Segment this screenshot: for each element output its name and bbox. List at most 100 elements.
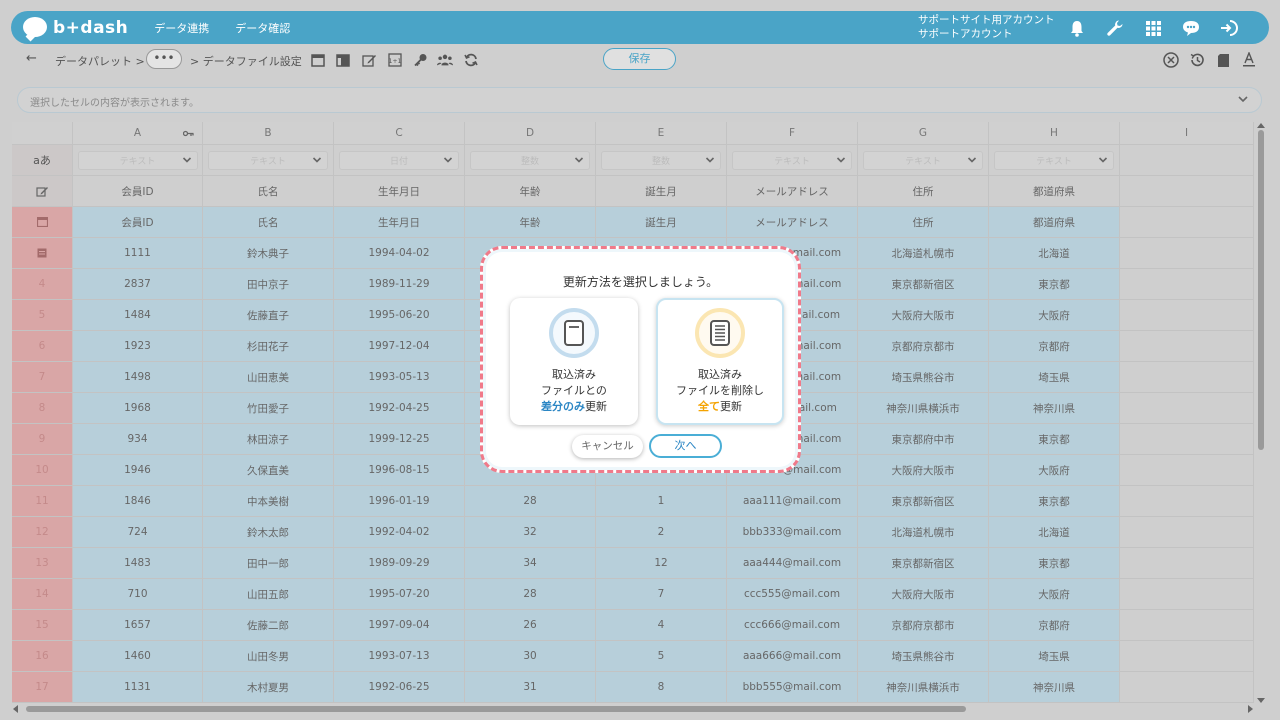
table-cell[interactable] xyxy=(1120,300,1254,331)
header-cell[interactable]: メールアドレス xyxy=(727,207,858,238)
table-cell[interactable]: 32 xyxy=(465,517,596,548)
table-cell[interactable]: 1993-07-13 xyxy=(334,641,465,672)
column-header[interactable]: H xyxy=(989,122,1120,145)
column-header[interactable]: I xyxy=(1120,122,1254,145)
table-cell[interactable]: aaa444@mail.com xyxy=(727,548,858,579)
table-cell[interactable]: 北海道 xyxy=(989,517,1120,548)
column-header[interactable]: E xyxy=(596,122,727,145)
table-cell[interactable]: 大阪府大阪市 xyxy=(858,300,989,331)
corner-cell[interactable] xyxy=(12,122,73,145)
column-header[interactable]: A xyxy=(73,122,203,145)
header-cell[interactable]: 生年月日 xyxy=(334,207,465,238)
table-cell[interactable]: 東京都府中市 xyxy=(858,424,989,455)
table-cell[interactable] xyxy=(1120,238,1254,269)
table-cell[interactable] xyxy=(1120,424,1254,455)
horizontal-scrollbar[interactable] xyxy=(12,704,1254,714)
table-cell[interactable]: 中本美樹 xyxy=(203,486,334,517)
table-cell[interactable]: 東京都 xyxy=(989,269,1120,300)
table-cell[interactable]: 31 xyxy=(465,672,596,703)
row-number[interactable]: 13 xyxy=(12,548,73,579)
table-cell[interactable]: 26 xyxy=(465,610,596,641)
table-cell[interactable]: 大阪府 xyxy=(989,579,1120,610)
table-cell[interactable]: 1997-09-04 xyxy=(334,610,465,641)
table-cell[interactable]: 東京都新宿区 xyxy=(858,269,989,300)
row-number[interactable]: 5 xyxy=(12,300,73,331)
table-cell[interactable]: 1484 xyxy=(73,300,203,331)
table-cell[interactable]: 北海道札幌市 xyxy=(858,238,989,269)
nav-data-link[interactable]: データ連携 xyxy=(154,20,209,36)
table-cell[interactable] xyxy=(1120,641,1254,672)
column-header[interactable]: F xyxy=(727,122,858,145)
header-cell[interactable]: 住所 xyxy=(858,207,989,238)
table-cell[interactable]: 1498 xyxy=(73,362,203,393)
table-cell[interactable]: 30 xyxy=(465,641,596,672)
data-type-select[interactable]: 日付 xyxy=(339,150,459,170)
table-cell[interactable] xyxy=(1120,455,1254,486)
type-cell[interactable]: テキスト xyxy=(989,145,1120,176)
table-cell[interactable]: 1995-06-20 xyxy=(334,300,465,331)
table-cell[interactable]: 34 xyxy=(465,548,596,579)
edit-icon[interactable] xyxy=(361,52,377,68)
table-cell[interactable]: 1992-06-25 xyxy=(334,672,465,703)
table-cell[interactable]: 鈴木典子 xyxy=(203,238,334,269)
table-cell[interactable]: 杉田花子 xyxy=(203,331,334,362)
refresh-icon[interactable] xyxy=(463,52,479,68)
next-button[interactable]: 次へ xyxy=(649,434,722,458)
type-cell[interactable]: テキスト xyxy=(73,145,203,176)
table-cell[interactable]: 1989-11-29 xyxy=(334,269,465,300)
save-button[interactable]: 保存 xyxy=(603,48,676,70)
table-cell[interactable]: ccc555@mail.com xyxy=(727,579,858,610)
key-icon[interactable] xyxy=(412,52,428,68)
vertical-scroll-thumb[interactable] xyxy=(1258,130,1264,450)
nav-data-check[interactable]: データ確認 xyxy=(235,20,290,36)
table-cell[interactable]: 京都府 xyxy=(989,610,1120,641)
table-cell[interactable] xyxy=(1120,486,1254,517)
breadcrumb-root[interactable]: データパレット > xyxy=(55,53,145,69)
table-cell[interactable]: 2 xyxy=(596,517,727,548)
table-cell[interactable]: aaa666@mail.com xyxy=(727,641,858,672)
table-cell[interactable]: ccc666@mail.com xyxy=(727,610,858,641)
row-number[interactable]: 15 xyxy=(12,610,73,641)
breadcrumb-more-button[interactable]: ••• xyxy=(146,49,182,69)
table-cell[interactable]: 1 xyxy=(596,486,727,517)
table-cell[interactable]: 京都府 xyxy=(989,331,1120,362)
table-cell[interactable]: 東京都 xyxy=(989,486,1120,517)
header-cell[interactable]: 都道府県 xyxy=(989,207,1120,238)
table-cell[interactable]: aaa111@mail.com xyxy=(727,486,858,517)
table-cell[interactable]: 久保直美 xyxy=(203,455,334,486)
history-icon[interactable] xyxy=(1189,52,1205,68)
table-cell[interactable] xyxy=(1120,672,1254,703)
header-cell[interactable]: 会員ID xyxy=(73,207,203,238)
table-cell[interactable] xyxy=(1120,269,1254,300)
vertical-scrollbar[interactable] xyxy=(1255,122,1267,704)
row-number[interactable]: 10 xyxy=(12,455,73,486)
row-number[interactable]: 14 xyxy=(12,579,73,610)
table-cell[interactable]: 28 xyxy=(465,579,596,610)
row-number[interactable]: 11 xyxy=(12,486,73,517)
back-arrow-icon[interactable]: ← xyxy=(26,51,37,66)
data-type-select[interactable]: 整数 xyxy=(470,150,590,170)
table-cell[interactable]: 1992-04-02 xyxy=(334,517,465,548)
type-cell[interactable]: 日付 xyxy=(334,145,465,176)
table-cell[interactable]: 1131 xyxy=(73,672,203,703)
chevron-down-icon[interactable] xyxy=(1237,93,1249,108)
table-cell[interactable]: 埼玉県 xyxy=(989,362,1120,393)
table-cell[interactable]: 東京都新宿区 xyxy=(858,548,989,579)
type-cell[interactable]: テキスト xyxy=(203,145,334,176)
logout-icon[interactable] xyxy=(1218,17,1240,39)
table-cell[interactable]: 木村夏男 xyxy=(203,672,334,703)
table-cell[interactable]: 神奈川県横浜市 xyxy=(858,393,989,424)
type-cell[interactable] xyxy=(1120,145,1254,176)
font-color-icon[interactable] xyxy=(1241,52,1257,68)
logo[interactable]: b+dash xyxy=(23,16,128,39)
option-full-update[interactable]: 取込済み ファイルを削除し 全て更新 xyxy=(656,298,784,425)
table-cell[interactable]: 東京都新宿区 xyxy=(858,486,989,517)
table-cell[interactable]: 934 xyxy=(73,424,203,455)
label-cell[interactable]: 氏名 xyxy=(203,176,334,207)
cancel-button[interactable]: キャンセル xyxy=(572,435,643,458)
table-cell[interactable] xyxy=(1120,393,1254,424)
label-cell[interactable]: 生年月日 xyxy=(334,176,465,207)
table-cell[interactable]: 神奈川県横浜市 xyxy=(858,672,989,703)
table-cell[interactable]: 埼玉県熊谷市 xyxy=(858,362,989,393)
table-cell[interactable] xyxy=(1120,579,1254,610)
